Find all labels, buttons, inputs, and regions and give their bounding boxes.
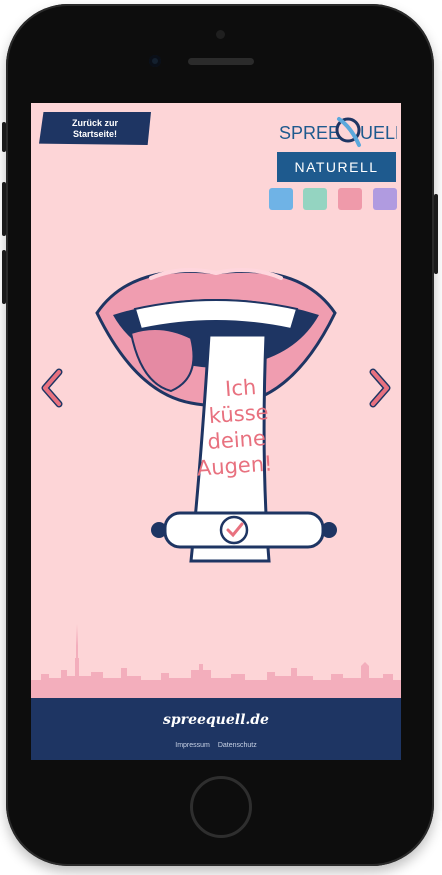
swatch-blue[interactable]	[269, 188, 293, 210]
footer: spreequell.de Impressum Datenschutz	[31, 698, 401, 760]
volume-up-button	[2, 182, 6, 236]
spreequell-logo[interactable]: SPREE UELL	[279, 115, 401, 149]
logo-graphic: SPREE UELL	[279, 117, 401, 147]
scroll-text-line1: Ich	[224, 375, 257, 401]
swatch-lavender[interactable]	[373, 188, 397, 210]
proximity-sensor	[216, 30, 225, 39]
swatch-pink[interactable]	[338, 188, 362, 210]
check-seal-icon	[219, 515, 249, 545]
scroll-text-line3: deine	[207, 426, 267, 454]
impressum-link[interactable]: Impressum	[175, 742, 210, 749]
footer-links: Impressum Datenschutz	[31, 742, 401, 749]
chevron-left-icon[interactable]	[39, 368, 67, 408]
back-to-home-button[interactable]: Zurück zur Startseite!	[39, 112, 151, 145]
variant-naturell-button[interactable]: NATURELL	[277, 152, 396, 182]
swatch-mint[interactable]	[303, 188, 327, 210]
earpiece-speaker	[188, 58, 254, 65]
power-button	[434, 194, 438, 274]
chevron-right-icon[interactable]	[365, 368, 393, 408]
scroll-roller	[151, 511, 337, 549]
berlin-skyline	[31, 624, 401, 698]
logo-right-text: UELL	[360, 123, 397, 143]
datenschutz-link[interactable]: Datenschutz	[218, 742, 257, 749]
footer-logo[interactable]: spreequell.de	[31, 712, 401, 728]
scroll-text-line2: küsse	[208, 400, 269, 428]
back-button-line2: Startseite!	[72, 128, 117, 139]
front-camera	[149, 55, 161, 67]
home-button[interactable]	[190, 776, 252, 838]
logo-left-text: SPREE	[279, 123, 340, 143]
tongue	[129, 328, 195, 393]
mute-switch	[2, 122, 6, 152]
back-button-line1: Zurück zur	[71, 117, 118, 128]
screen: Zurück zur Startseite! SPREE UELL NATURE…	[31, 103, 401, 760]
volume-down-button	[2, 250, 6, 304]
